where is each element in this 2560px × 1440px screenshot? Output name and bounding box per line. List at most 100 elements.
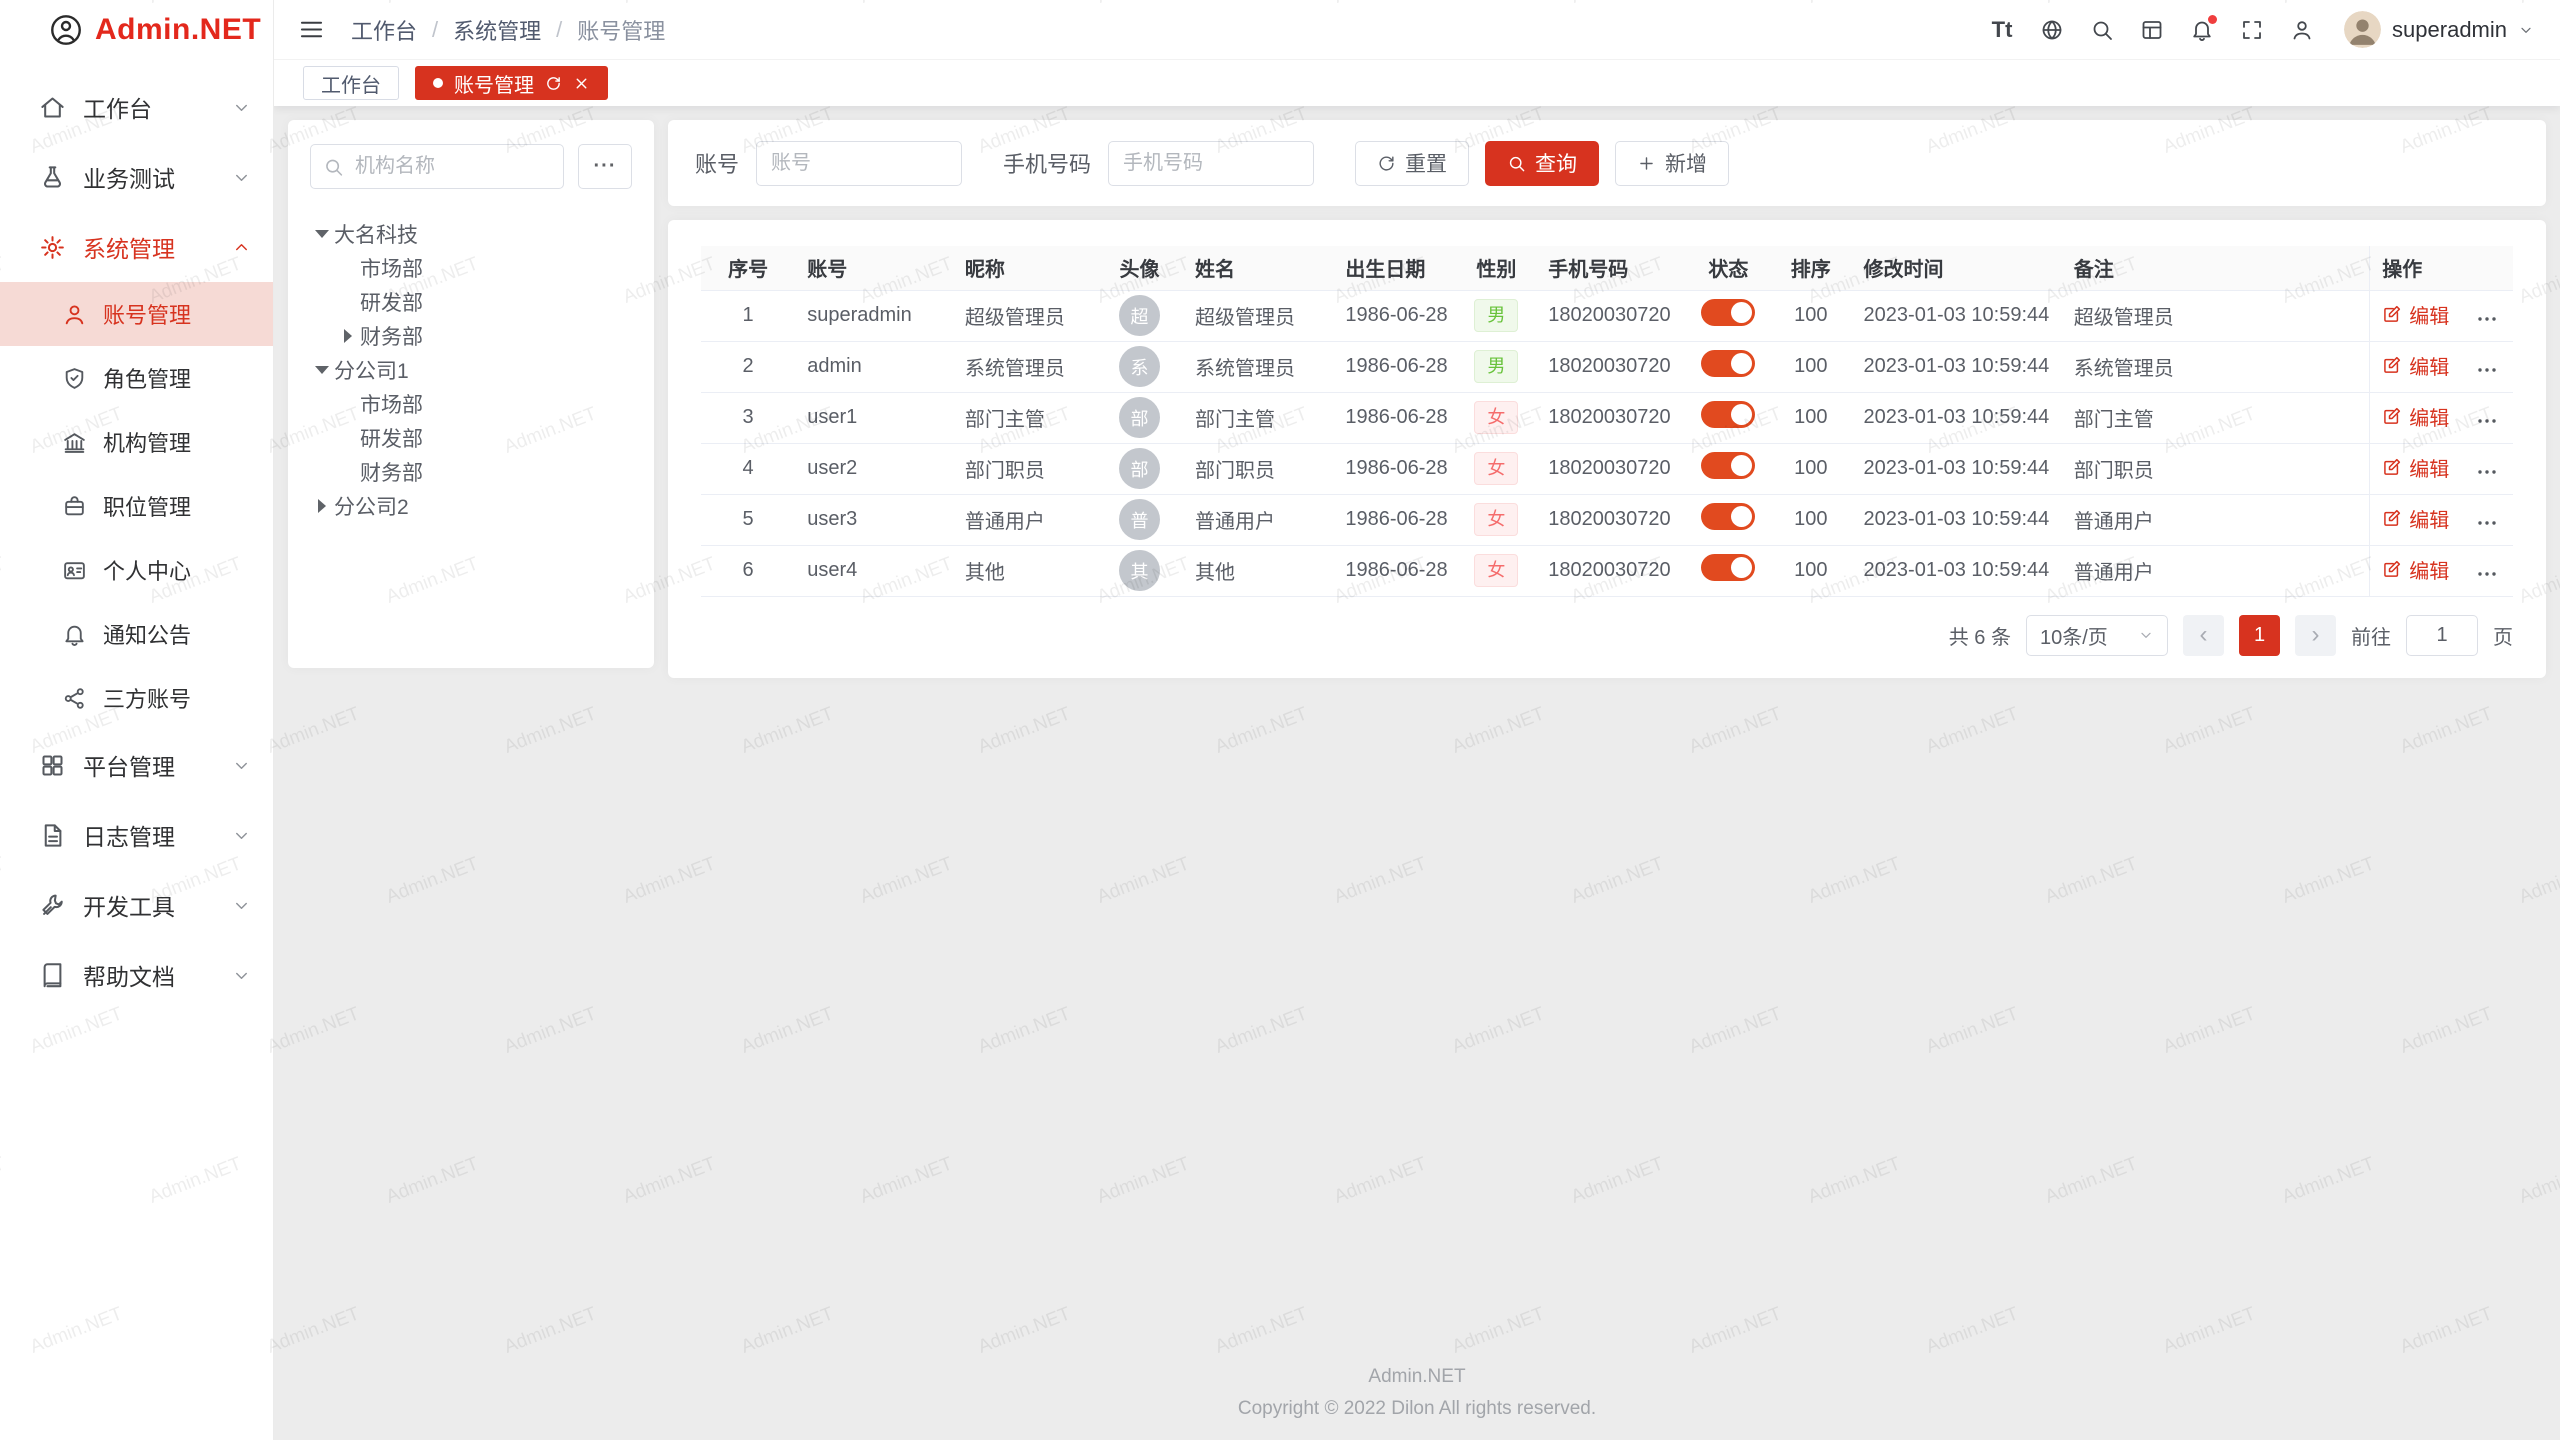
edit-button[interactable]: 编辑 <box>2382 555 2449 584</box>
sidebar-item-label: 帮助文档 <box>83 958 232 992</box>
sidebar-item-label: 系统管理 <box>83 230 232 264</box>
org-tree: 大名科技市场部研发部财务部分公司1市场部研发部财务部分公司2 <box>310 217 632 523</box>
chevron-up-icon <box>232 238 251 257</box>
user-menu[interactable]: superadmin <box>2344 11 2534 48</box>
sidebar-subitem-2-1[interactable]: 角色管理 <box>0 346 273 410</box>
tree-node-0-0[interactable]: 市场部 <box>310 251 632 285</box>
breadcrumb-item-2[interactable]: 账号管理 <box>577 14 665 46</box>
tab-0[interactable]: 工作台 <box>303 66 399 100</box>
cell-name: 超级管理员 <box>1183 290 1333 341</box>
edit-icon <box>2382 355 2402 375</box>
sidebar-item-3[interactable]: 平台管理 <box>0 730 273 800</box>
row-more-button[interactable] <box>2475 460 2499 484</box>
row-more-button[interactable] <box>2475 358 2499 382</box>
sidebar-subitem-2-6[interactable]: 三方账号 <box>0 666 273 730</box>
row-more-button[interactable] <box>2475 511 2499 535</box>
tree-node-0-1[interactable]: 研发部 <box>310 285 632 319</box>
tree-node-label: 分公司2 <box>334 491 409 521</box>
avatar: 其 <box>1119 550 1160 591</box>
tree-node-0-2[interactable]: 财务部 <box>310 319 632 353</box>
user-config-icon[interactable] <box>2280 0 2324 60</box>
gender-badge: 女 <box>1474 554 1518 587</box>
fullscreen-icon[interactable] <box>2230 0 2274 60</box>
sidebar-item-2[interactable]: 系统管理 <box>0 212 273 282</box>
add-button[interactable]: 新增 <box>1615 141 1729 186</box>
query-button[interactable]: 查询 <box>1485 141 1599 186</box>
caret-down-icon[interactable] <box>310 230 334 238</box>
org-search-wrap <box>310 144 564 189</box>
edit-button[interactable]: 编辑 <box>2382 453 2449 482</box>
org-search-input[interactable] <box>310 144 564 189</box>
page-number-button[interactable]: 1 <box>2239 615 2280 656</box>
edit-button[interactable]: 编辑 <box>2382 351 2449 380</box>
prev-page-button[interactable]: ‹ <box>2183 615 2224 656</box>
column-header-8: 状态 <box>1687 246 1770 290</box>
breadcrumb-item-0[interactable]: 工作台 <box>351 14 417 46</box>
tab-close-icon[interactable] <box>573 75 590 92</box>
tree-node-1-0[interactable]: 市场部 <box>310 387 632 421</box>
tree-node-2[interactable]: 分公司2 <box>310 489 632 523</box>
status-toggle[interactable] <box>1701 299 1755 326</box>
footer-copyright: Copyright © 2022 Dilon All rights reserv… <box>274 1393 2560 1424</box>
search-icon[interactable] <box>2080 0 2124 60</box>
sidebar-subitem-2-0[interactable]: 账号管理 <box>0 282 273 346</box>
breadcrumb-item-1[interactable]: 系统管理 <box>453 14 541 46</box>
account-input[interactable] <box>756 141 962 186</box>
tab-1[interactable]: 账号管理 <box>415 66 608 100</box>
sidebar-item-6[interactable]: 帮助文档 <box>0 940 273 1010</box>
chevron-down-icon <box>232 168 251 187</box>
cell-modified-time: 2023-01-03 10:59:44 <box>1852 494 2062 545</box>
row-more-button[interactable] <box>2475 307 2499 331</box>
hamburger-menu-icon[interactable] <box>298 16 325 43</box>
page-size-select[interactable]: 10条/页 <box>2026 615 2168 656</box>
next-page-button[interactable]: › <box>2295 615 2336 656</box>
tree-node-1[interactable]: 分公司1 <box>310 353 632 387</box>
status-toggle[interactable] <box>1701 452 1755 479</box>
footer: Admin.NET Copyright © 2022 Dilon All rig… <box>274 1361 2560 1424</box>
edit-button[interactable]: 编辑 <box>2382 504 2449 533</box>
tab-refresh-icon[interactable] <box>545 75 562 92</box>
tree-node-1-1[interactable]: 研发部 <box>310 421 632 455</box>
status-toggle[interactable] <box>1701 554 1755 581</box>
sidebar-subitem-2-4[interactable]: 个人中心 <box>0 538 273 602</box>
caret-right-icon[interactable] <box>310 499 334 513</box>
cell-phone: 18020030720 <box>1536 290 1686 341</box>
status-toggle[interactable] <box>1701 401 1755 428</box>
tree-node-0[interactable]: 大名科技 <box>310 217 632 251</box>
edit-button[interactable]: 编辑 <box>2382 300 2449 329</box>
edit-button[interactable]: 编辑 <box>2382 402 2449 431</box>
sidebar-item-0[interactable]: 工作台 <box>0 72 273 142</box>
org-more-button[interactable]: ··· <box>578 144 632 189</box>
row-more-button[interactable] <box>2475 562 2499 586</box>
cell-no: 1 <box>701 290 795 341</box>
caret-right-icon[interactable] <box>336 329 360 343</box>
notification-icon[interactable] <box>2180 0 2224 60</box>
cell-gender: 女 <box>1457 443 1537 494</box>
font-size-icon[interactable]: Tt <box>1980 0 2024 60</box>
reset-button[interactable]: 重置 <box>1355 141 1469 186</box>
sidebar-subitem-2-5[interactable]: 通知公告 <box>0 602 273 666</box>
cell-nickname: 部门主管 <box>953 392 1096 443</box>
status-toggle[interactable] <box>1701 503 1755 530</box>
caret-down-icon[interactable] <box>310 366 334 374</box>
pagination-total: 共 6 条 <box>1949 621 2011 650</box>
sidebar-subitem-2-2[interactable]: 机构管理 <box>0 410 273 474</box>
cell-name: 其他 <box>1183 545 1333 596</box>
sidebar-item-4[interactable]: 日志管理 <box>0 800 273 870</box>
tree-node-1-2[interactable]: 财务部 <box>310 455 632 489</box>
breadcrumb: 工作台/系统管理/账号管理 <box>351 14 665 46</box>
row-more-button[interactable] <box>2475 409 2499 433</box>
language-icon[interactable] <box>2030 0 2074 60</box>
cell-birthdate: 1986-06-28 <box>1333 545 1456 596</box>
user-avatar <box>2344 11 2381 48</box>
status-toggle[interactable] <box>1701 350 1755 377</box>
sidebar-subitem-2-3[interactable]: 职位管理 <box>0 474 273 538</box>
sidebar-item-1[interactable]: 业务测试 <box>0 142 273 212</box>
logo[interactable]: Admin.NET <box>0 0 273 60</box>
goto-page-input[interactable] <box>2406 615 2478 656</box>
theme-icon[interactable] <box>2130 0 2174 60</box>
sidebar-item-5[interactable]: 开发工具 <box>0 870 273 940</box>
edit-icon <box>2382 559 2402 579</box>
chevron-down-icon <box>232 966 251 985</box>
phone-input[interactable] <box>1108 141 1314 186</box>
